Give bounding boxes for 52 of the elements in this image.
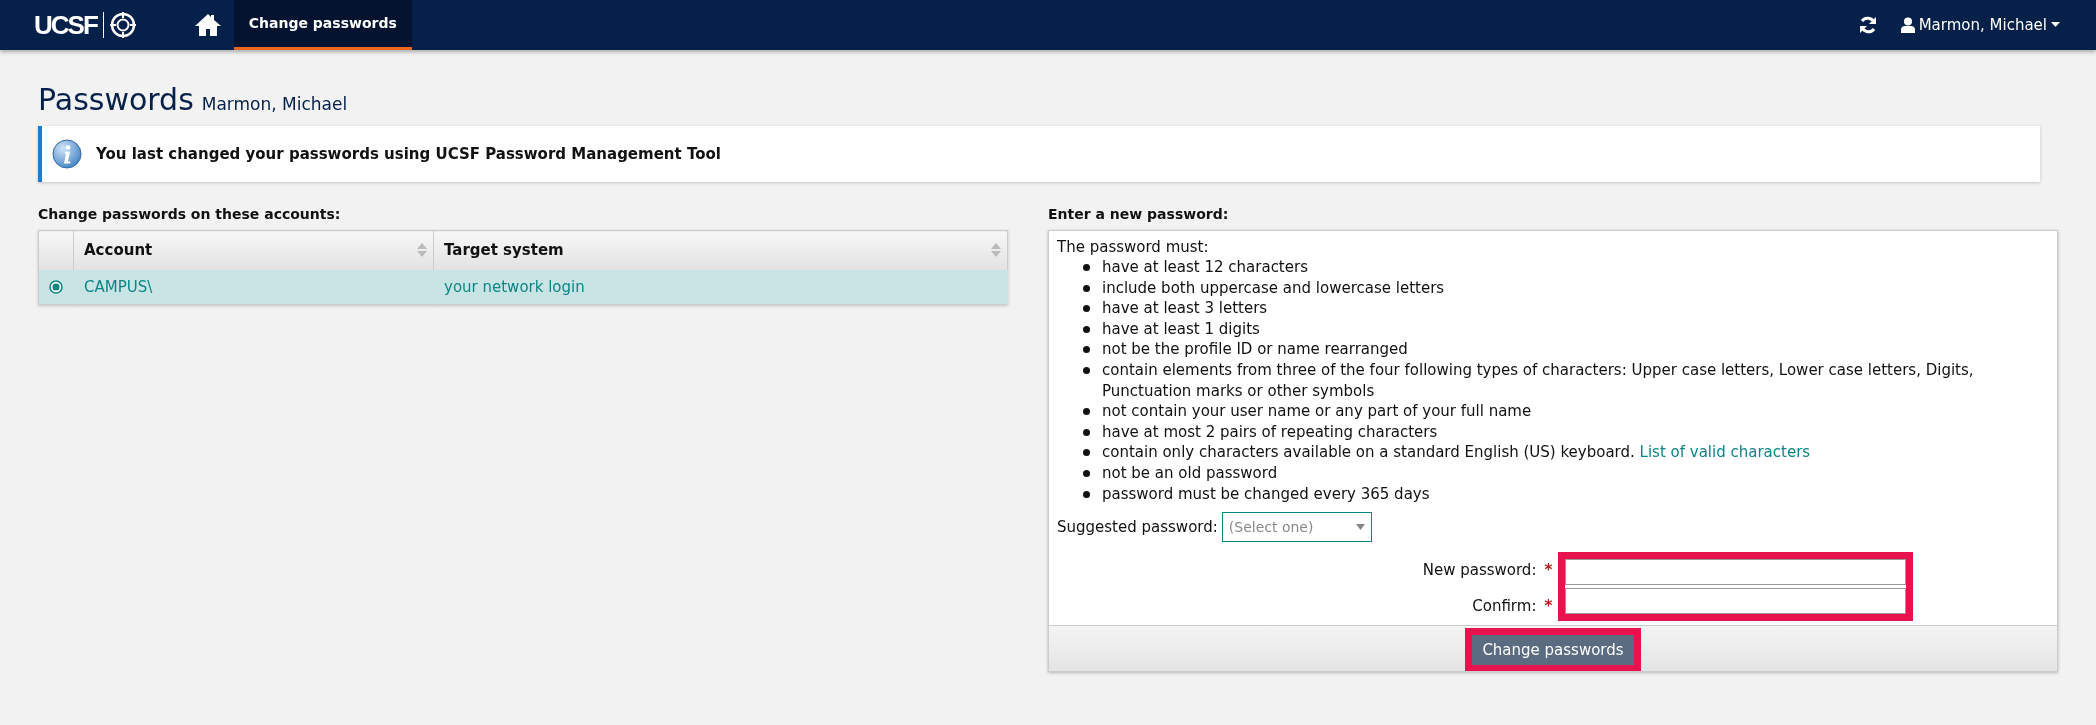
dropdown-arrow-icon <box>1355 524 1365 531</box>
rule-text: not be an old password <box>1102 462 1278 484</box>
bullet-icon <box>1083 490 1090 498</box>
column-header[interactable]: Target system <box>444 241 564 259</box>
bullet-icon <box>1083 346 1090 354</box>
field-label: Confirm: <box>1472 595 1537 617</box>
emblem-icon <box>109 12 136 38</box>
field-label: New password: <box>1422 560 1537 582</box>
rule-text: password must be changed every 365 days <box>1102 483 1430 505</box>
info-icon <box>52 139 82 169</box>
rule-text: not be the profile ID or name rearranged <box>1102 339 1408 360</box>
valid-characters-link[interactable]: List of valid characters <box>1639 443 1811 462</box>
bullet-icon <box>1083 428 1090 436</box>
rule-text: contain only characters available on a standard English (US) keyboard. List of valid characters <box>1102 442 1811 463</box>
section-heading: Change passwords on these accounts: <box>38 205 342 224</box>
suggested-password-dropdown[interactable]: (Select one) <box>1221 512 1372 543</box>
refresh-icon[interactable] <box>1858 16 1877 35</box>
bullet-icon <box>1083 264 1090 271</box>
password-field[interactable] <box>1565 559 1907 586</box>
bullet-icon <box>1083 305 1090 313</box>
password-field[interactable] <box>1565 588 1907 615</box>
home-icon[interactable] <box>193 13 222 37</box>
required-mark: * <box>1544 560 1553 582</box>
rule-text: have at most 2 pairs of repeating characters <box>1102 421 1438 443</box>
rule-text: not contain your user name or any part of your full name <box>1102 401 1532 422</box>
page-title: Passwords <box>38 82 194 118</box>
change-passwords-button[interactable]: Change passwords <box>1472 634 1634 666</box>
table-cell: CAMPUS\ <box>84 277 153 296</box>
rule-text: have at least 12 characters <box>1102 257 1308 278</box>
info-message: You last changed your passwords using UCSF Password Management Tool <box>96 143 721 165</box>
user-icon <box>1900 17 1915 33</box>
bullet-icon <box>1083 325 1090 333</box>
bullet-icon <box>1083 366 1090 374</box>
nav-tab[interactable]: Change passwords <box>233 0 412 50</box>
section-heading: Enter a new password: <box>1048 205 1230 224</box>
caret-icon <box>2051 22 2060 28</box>
column-header[interactable]: Account <box>84 241 153 259</box>
rule-text: include both uppercase and lowercase letters <box>1102 277 1445 299</box>
required-mark: * <box>1544 595 1553 617</box>
rule-text: have at least 1 digits <box>1102 318 1260 340</box>
bullet-icon <box>1083 284 1090 292</box>
logo-text: UCSF <box>34 8 97 42</box>
field-label: Suggested password: <box>1057 516 1218 538</box>
bullet-icon <box>1083 449 1090 457</box>
bullet-icon <box>1083 408 1090 416</box>
page-subtitle: Marmon, Michael <box>201 93 348 116</box>
radio-button[interactable] <box>49 280 63 294</box>
table-cell: your network login <box>444 277 585 296</box>
rules-intro: The password must: <box>1057 237 1210 257</box>
user-menu[interactable]: Marmon, Michael <box>1900 13 2060 37</box>
rule-text: have at least 3 letters <box>1102 298 1268 319</box>
bullet-icon <box>1083 469 1090 477</box>
